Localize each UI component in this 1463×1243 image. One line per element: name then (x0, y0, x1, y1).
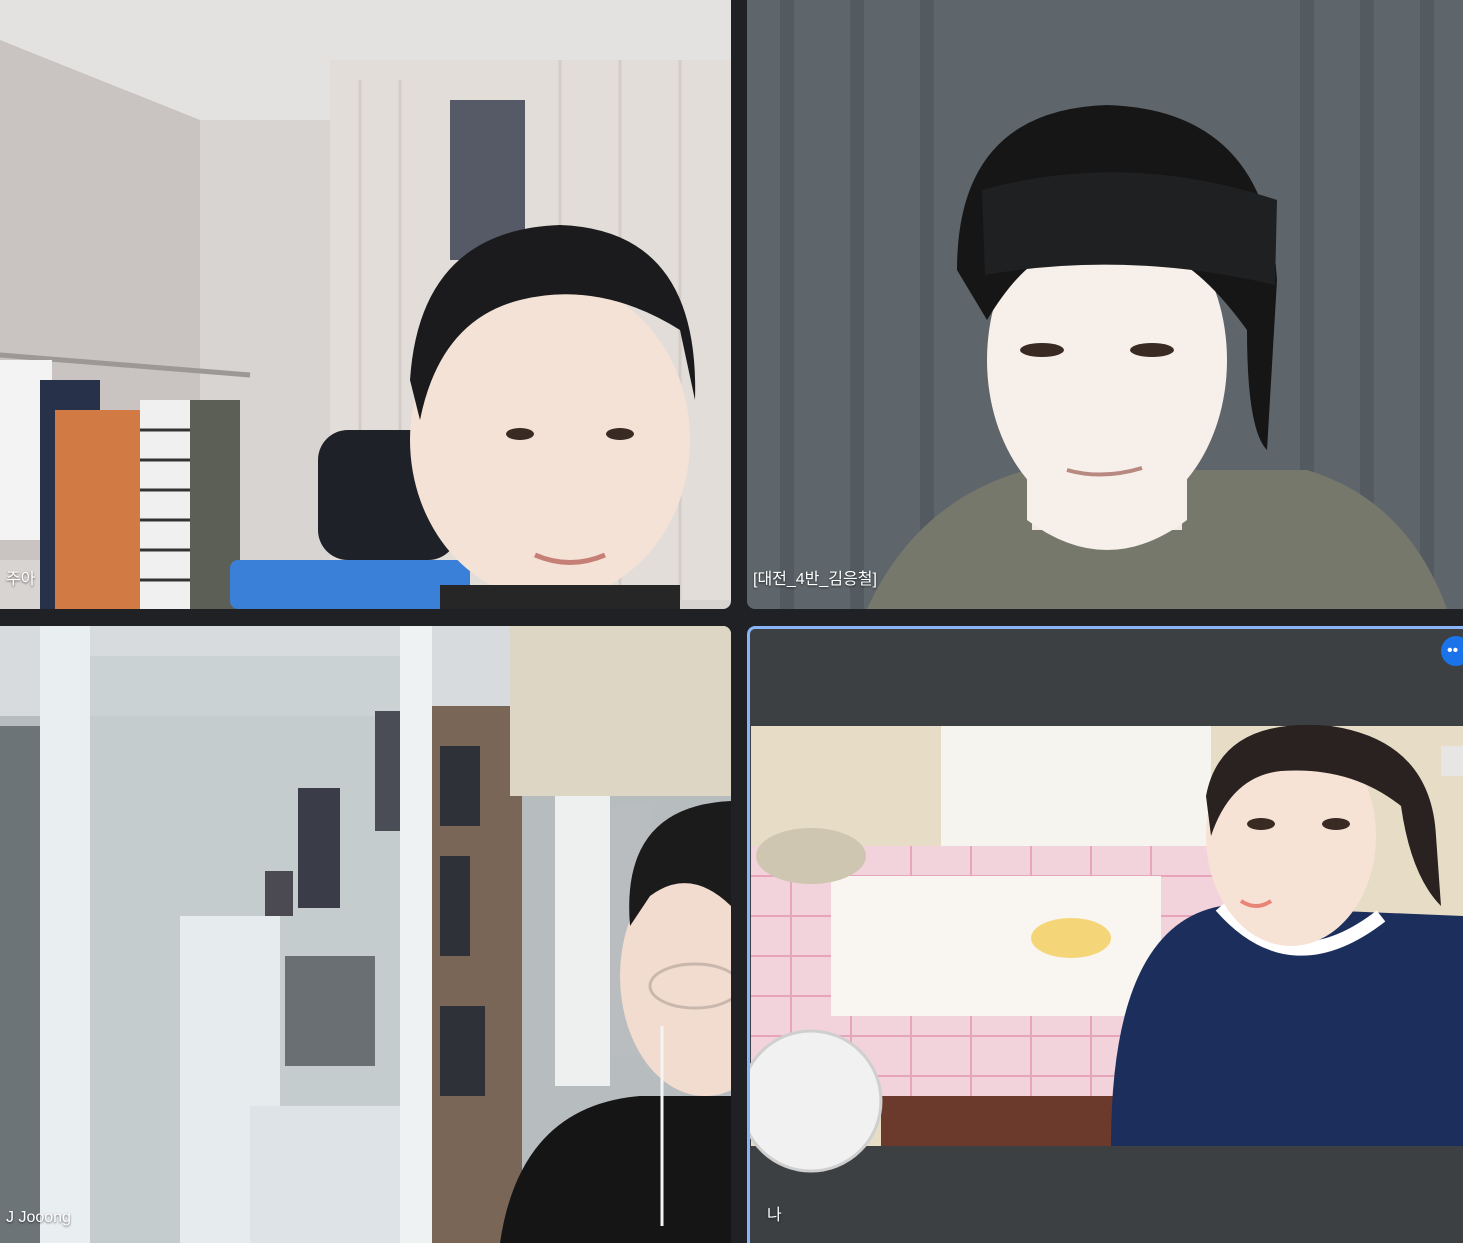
participant-name: [대전_4반_김응철] (753, 571, 877, 588)
participant-name: J Jooong (6, 1209, 71, 1226)
more-options-icon[interactable]: •• (1441, 636, 1463, 666)
participant-tile-kim[interactable]: [대전_4반_김응철] (747, 0, 1463, 609)
participant-tile-jua[interactable]: 주아 (0, 0, 731, 609)
participant-video (0, 0, 731, 609)
participant-tile-self[interactable]: •• 나 (747, 626, 1463, 1243)
participant-tile-jooong[interactable]: J Jooong (0, 626, 731, 1243)
participant-video (0, 626, 731, 1243)
participant-name: 주아 (6, 571, 36, 588)
participant-video (747, 0, 1463, 609)
participant-name: 나 (767, 1207, 782, 1224)
video-grid: 주아 [대전_4반_김응철] J Jooong •• 나 (0, 0, 1463, 1243)
participant-video (747, 626, 1463, 1243)
